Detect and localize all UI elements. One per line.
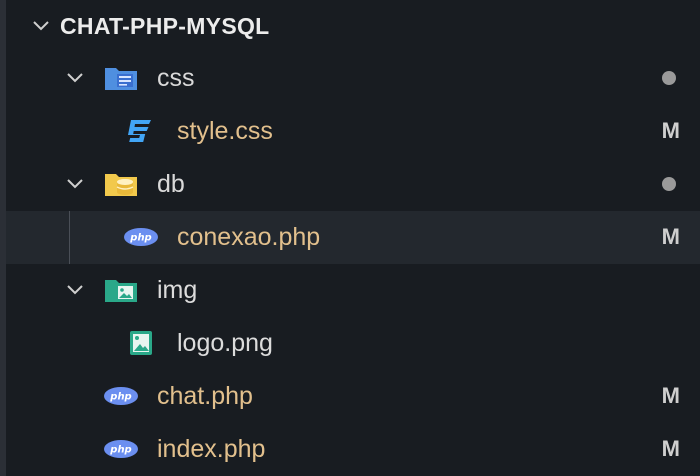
php-file-icon: php — [104, 440, 138, 458]
database-folder-icon — [105, 174, 137, 196]
tree-item-db-folder[interactable]: db — [6, 158, 700, 211]
tree-item-label: css — [157, 64, 195, 92]
project-title: CHAT-PHP-MYSQL — [60, 12, 270, 39]
tree-item-style-css[interactable]: style.css M — [6, 105, 700, 158]
tree-item-label: db — [157, 170, 185, 198]
tree-item-label: chat.php — [157, 382, 253, 410]
tree-item-img-folder[interactable]: img — [6, 264, 700, 317]
tree-item-index-php[interactable]: php index.php M — [6, 423, 700, 476]
git-status-badge: M — [661, 118, 680, 143]
tree-item-conexao-php[interactable]: php conexao.php M — [6, 211, 700, 264]
explorer-section-header[interactable]: CHAT-PHP-MYSQL — [6, 0, 700, 52]
php-file-icon: php — [104, 387, 138, 405]
css3-file-icon — [128, 120, 151, 142]
tree-item-label: style.css — [177, 117, 273, 145]
chevron-down-icon[interactable] — [64, 67, 86, 89]
chevron-down-icon[interactable] — [64, 173, 86, 195]
svg-text:php: php — [109, 445, 131, 456]
image-folder-icon — [105, 280, 137, 302]
git-status-badge: M — [661, 224, 680, 249]
modified-dot-badge — [662, 71, 676, 85]
css-folder-icon — [105, 68, 137, 90]
tree-item-label: index.php — [157, 435, 266, 463]
modified-dot-badge — [662, 177, 676, 191]
tree-item-label: img — [157, 276, 198, 304]
chevron-down-icon[interactable] — [64, 279, 86, 301]
image-file-icon — [130, 331, 152, 355]
git-status-badge: M — [661, 383, 680, 408]
tree-item-chat-php[interactable]: php chat.php M — [6, 370, 700, 423]
svg-text:php: php — [109, 392, 131, 403]
indent-guide — [69, 211, 70, 264]
tree-item-label: logo.png — [177, 329, 273, 357]
svg-text:php: php — [129, 233, 151, 244]
git-status-badge: M — [661, 436, 680, 461]
php-file-icon: php — [124, 228, 158, 246]
tree-item-label: conexao.php — [177, 223, 321, 251]
tree-item-logo-png[interactable]: logo.png — [6, 317, 700, 370]
tree-item-css-folder[interactable]: css — [6, 52, 700, 105]
chevron-down-icon[interactable] — [30, 15, 52, 37]
file-explorer: CHAT-PHP-MYSQL css style.css M db php co… — [0, 0, 700, 476]
